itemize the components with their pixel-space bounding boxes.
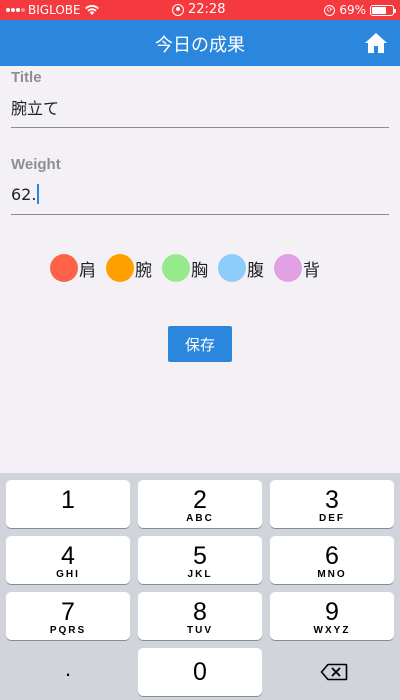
- part-option[interactable]: 腕: [106, 254, 152, 282]
- part-option[interactable]: 胸: [162, 254, 208, 282]
- key-digit: 7: [61, 598, 75, 626]
- title-value: 腕立て: [11, 99, 60, 118]
- key-digit: 5: [193, 542, 207, 570]
- signal-icon: [6, 8, 25, 12]
- key-1[interactable]: 1: [6, 480, 130, 528]
- part-label: 背: [303, 260, 320, 281]
- weight-field[interactable]: Weight 62.: [11, 156, 389, 215]
- key-5[interactable]: 5 JKL: [138, 536, 262, 584]
- recording-icon: [172, 3, 184, 16]
- clock: 22:28: [188, 2, 226, 17]
- key-decimal[interactable]: .: [6, 648, 130, 696]
- part-label: 胸: [191, 260, 208, 281]
- app-bar: 今日の成果: [0, 20, 400, 66]
- title-label: Title: [11, 69, 42, 86]
- page-title: 今日の成果: [155, 35, 245, 56]
- part-color-dot: [218, 254, 246, 282]
- key-7[interactable]: 7 PQRS: [6, 592, 130, 640]
- part-label: 腹: [247, 260, 264, 281]
- key-letters: ABC: [186, 513, 214, 524]
- key-letters: GHI: [56, 569, 80, 580]
- body-part-selector: 肩 腕 胸 腹 背: [50, 254, 320, 282]
- weight-underline: [11, 214, 389, 215]
- rotation-lock-icon: ⟳: [324, 4, 336, 16]
- key-digit: 9: [325, 598, 339, 626]
- key-digit: 0: [193, 658, 207, 686]
- part-option[interactable]: 腹: [218, 254, 264, 282]
- part-option[interactable]: 肩: [50, 254, 96, 282]
- part-label: 腕: [135, 260, 152, 281]
- save-button[interactable]: 保存: [168, 326, 232, 362]
- title-underline: [11, 127, 389, 128]
- key-3[interactable]: 3 DEF: [270, 480, 394, 528]
- key-4[interactable]: 4 GHI: [6, 536, 130, 584]
- part-color-dot: [274, 254, 302, 282]
- key-0[interactable]: 0: [138, 648, 262, 696]
- status-center: 22:28: [172, 2, 225, 17]
- key-letters: JKL: [187, 569, 213, 580]
- status-left: BIGLOBE: [6, 3, 100, 17]
- key-digit: 8: [193, 598, 207, 626]
- weight-value: 62.: [11, 184, 37, 204]
- weight-input[interactable]: 62.: [11, 183, 389, 205]
- numeric-keyboard: 1 2 ABC 3 DEF 4 GHI 5 JKL 6 MNO 7 PQRS 8 TUV 9W…: [0, 473, 400, 700]
- key-letters: MNO: [317, 569, 347, 580]
- text-caret: [37, 184, 40, 204]
- key-digit: 2: [193, 486, 207, 514]
- part-option[interactable]: 背: [274, 254, 320, 282]
- key-letters: WXYZ: [313, 625, 351, 636]
- part-label: 肩: [79, 260, 96, 281]
- key-digit: 6: [325, 542, 339, 570]
- key-9[interactable]: 9 WXYZ: [270, 592, 394, 640]
- key-letters: PQRS: [49, 625, 87, 636]
- title-input[interactable]: 腕立て: [11, 96, 389, 118]
- key-letters: TUV: [187, 625, 213, 636]
- part-color-dot: [50, 254, 78, 282]
- key-backspace[interactable]: [270, 648, 394, 696]
- title-field[interactable]: Title 腕立て: [11, 69, 389, 128]
- key-6[interactable]: 6 MNO: [270, 536, 394, 584]
- backspace-icon: [320, 663, 348, 681]
- status-bar: BIGLOBE 22:28 ⟳ 69%: [0, 0, 400, 20]
- battery-icon: [370, 4, 396, 16]
- carrier-name: BIGLOBE: [28, 3, 81, 17]
- key-8[interactable]: 8 TUV: [138, 592, 262, 640]
- key-letters: DEF: [319, 513, 345, 524]
- wifi-icon: [84, 5, 99, 15]
- key-digit: 3: [325, 486, 339, 514]
- part-color-dot: [162, 254, 190, 282]
- home-icon: [365, 33, 387, 53]
- key-2[interactable]: 2 ABC: [138, 480, 262, 528]
- key-digit: .: [64, 656, 72, 681]
- home-button[interactable]: [364, 32, 388, 54]
- status-right: ⟳ 69%: [324, 3, 396, 17]
- key-digit: 1: [61, 486, 75, 514]
- part-color-dot: [106, 254, 134, 282]
- key-digit: 4: [61, 542, 75, 570]
- battery-percent: 69%: [339, 3, 366, 17]
- weight-label: Weight: [11, 156, 61, 173]
